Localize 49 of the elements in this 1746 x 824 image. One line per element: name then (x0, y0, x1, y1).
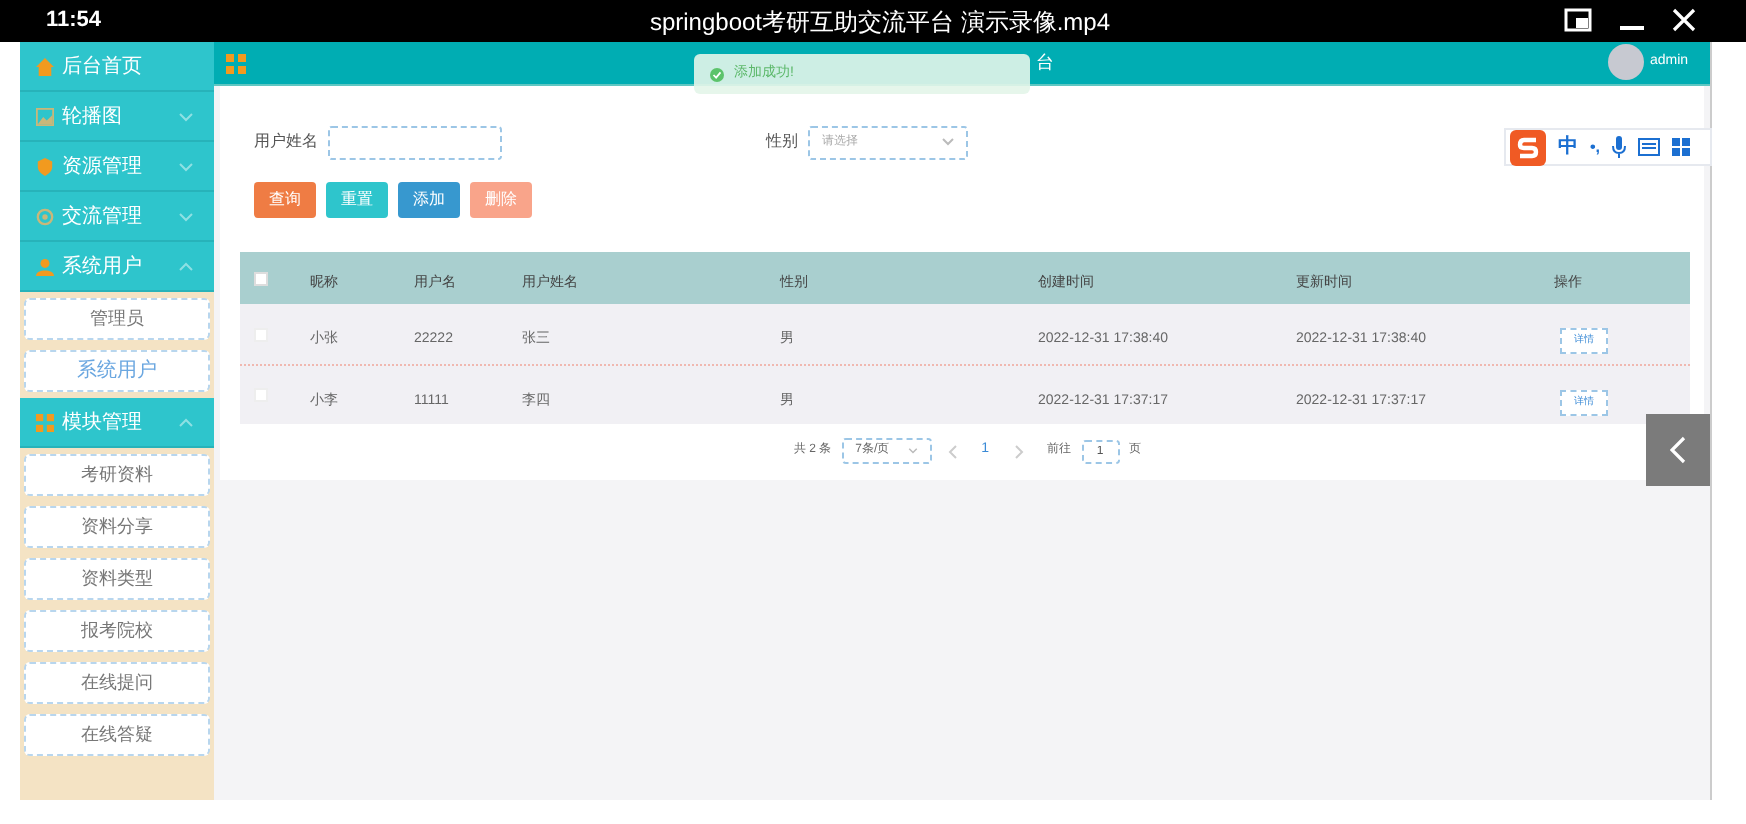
chevron-icon (907, 448, 918, 454)
image-icon (36, 107, 54, 125)
user-icon (36, 257, 54, 275)
submenu-item[interactable]: 在线答疑 (24, 714, 210, 756)
text-input[interactable] (328, 125, 502, 159)
submenu-item[interactable]: 管理员 (24, 298, 210, 340)
picture-in-picture-icon[interactable] (1564, 8, 1592, 32)
sidebar-menu-item[interactable]: 交流管理 (20, 192, 214, 242)
chevron-icon (178, 259, 194, 273)
action-button[interactable]: 重置 (326, 182, 388, 218)
field-label: 性别 (766, 130, 798, 154)
close-icon[interactable] (1672, 8, 1696, 32)
s-logo-icon[interactable] (1510, 129, 1546, 165)
check-icon (710, 67, 724, 81)
sidebar-menu-item[interactable]: 后台首页 (20, 42, 214, 92)
submenu-item[interactable]: 考研资料 (24, 454, 210, 496)
time-label: 11:54 (46, 6, 102, 37)
submenu-item[interactable]: 报考院校 (24, 610, 210, 652)
input-mode-label[interactable]: 中 (1558, 132, 1578, 162)
grid-icon[interactable] (1672, 138, 1691, 156)
circle-icon (36, 207, 54, 225)
avatar (1608, 44, 1644, 80)
header-title: 台 (1036, 49, 1054, 76)
chevron-icon (178, 109, 194, 123)
keyboard-icon[interactable] (1638, 138, 1661, 156)
chevron-icon (178, 415, 194, 429)
submenu-item[interactable]: 资料分享 (24, 506, 210, 548)
sidebar-menu-item[interactable]: 轮播图 (20, 92, 214, 142)
video-title: springboot考研互助交流平台 演示录像.mp4 (647, 5, 1113, 39)
collapse-button[interactable] (1646, 414, 1710, 486)
sidebar-menu-item[interactable]: 系统用户 (20, 242, 214, 292)
submenu-item[interactable]: 在线提问 (24, 662, 210, 704)
chevron-icon (178, 159, 194, 173)
home-icon (36, 57, 54, 75)
submenu-item[interactable]: 资料类型 (24, 558, 210, 600)
chevron-left-icon (1670, 436, 1686, 464)
punctuation-toggle[interactable]: •, (1590, 135, 1601, 159)
submenu-item[interactable]: 系统用户 (24, 350, 210, 392)
action-button[interactable]: 查询 (254, 182, 316, 218)
chevron-icon (178, 209, 194, 223)
chevron-icon (942, 138, 954, 146)
grid-icon (36, 413, 54, 431)
checkbox[interactable] (254, 271, 268, 285)
field-label: 用户姓名 (254, 130, 318, 154)
shield-icon (36, 157, 54, 175)
action-button[interactable]: 添加 (398, 182, 460, 218)
sidebar-menu-item[interactable]: 模块管理 (20, 398, 214, 448)
sidebar-menu-item[interactable]: 资源管理 (20, 142, 214, 192)
microphone-icon[interactable] (1612, 136, 1627, 158)
